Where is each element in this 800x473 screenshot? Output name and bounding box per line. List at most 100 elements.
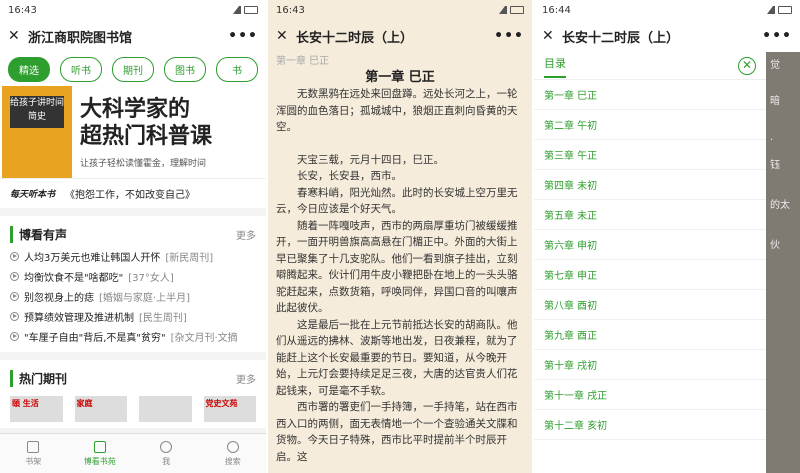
list-item[interactable]: 人均3万美元也难让韩国人开怀 [新民周刊] [10, 246, 256, 266]
banner-subtitle: 让孩子轻松读懂霍金，理解时间 [80, 159, 207, 169]
page-title: 浙江商职院图书馆 [28, 30, 133, 46]
banner-book-cover: 给孩子讲时间简史 [2, 86, 72, 178]
play-icon [10, 251, 19, 261]
overlay-text: 觉 [770, 60, 780, 71]
section-title: 博看有声 [10, 225, 67, 243]
paragraph: 西市署的署吏们一手持簿，一手持笔，站在西市西入口的两侧，面无表情地一个一个查验通… [276, 401, 518, 463]
more-icon[interactable]: ••• [762, 28, 792, 44]
toc-item[interactable]: 第八章 酉初 [534, 290, 766, 320]
title-bar: ✕ 浙江商职院图书馆 ••• [0, 20, 266, 52]
paragraph: 长安，长安县，西市。 [297, 170, 402, 182]
toc-screen: 16:44 ✕ 长安十二时辰（上） ••• 目录 ✕ 第一章 巳正 第二章 午初… [534, 0, 800, 473]
overlay-text: . [770, 132, 774, 143]
search-icon [226, 440, 239, 453]
toc-item[interactable]: 第三章 午正 [534, 140, 766, 170]
toc-item[interactable]: 第一章 巳正 [534, 80, 766, 110]
magazine-cover[interactable]: 党史文苑 [203, 396, 256, 422]
list-item[interactable]: "车厘子自由"背后,不是真"贫穷" [杂文月刊·文摘 [10, 326, 256, 346]
battery-icon [510, 6, 524, 14]
magazine-cover[interactable] [139, 396, 192, 422]
more-link[interactable]: 更多 [236, 227, 256, 242]
list-item[interactable]: 预算绩效管理及推进机制 [民生周刊] [10, 306, 256, 326]
more-icon[interactable]: ••• [494, 28, 524, 44]
banner-cover-title: 给孩子讲时间简史 [10, 96, 64, 128]
list-item[interactable]: 别忽视身上的痣 [婚姻与家庭·上半月] [10, 286, 256, 306]
toc-item[interactable]: 第九章 酉正 [534, 320, 766, 350]
status-icons [233, 6, 258, 14]
magazine-cover[interactable]: 家庭 [74, 396, 127, 422]
chapter-title: 第一章 巳正 [365, 70, 435, 85]
list-item[interactable]: 均衡饮食不是"啥都吃" [37°女人] [10, 266, 256, 286]
nav-bookshelf[interactable]: 书架 [0, 434, 67, 473]
bottom-nav: 书架 博看书苑 我 搜索 [0, 433, 266, 473]
close-icon[interactable]: ✕ [542, 28, 562, 44]
section-title: 热门期刊 [10, 369, 67, 387]
status-bar: 16:44 [534, 0, 800, 20]
promo-banner[interactable]: 给孩子讲时间简史 大科学家的 超热门科普课 让孩子轻松读懂霍金，理解时间 [0, 86, 266, 178]
toc-item[interactable]: 第二章 午初 [534, 110, 766, 140]
reader-screen: 16:43 ✕ 长安十二时辰（上） ••• 第一章 巳正 第一章 巳正 无数黑鸦… [268, 0, 532, 473]
paragraph: 无数黑鸦在远处来回盘蹲。远处长河之上，一轮浑圆的血色落日；孤城城中，狼烟正直刺向… [276, 88, 518, 133]
user-icon [160, 440, 173, 453]
dimmed-overlay[interactable]: 觉 暗 . 钰 的太 伙 [766, 52, 800, 473]
title-bar: ✕ 长安十二时辰（上） ••• [268, 20, 532, 52]
book-title: 长安十二时辰（上） [562, 30, 680, 46]
signal-icon [499, 6, 507, 14]
toc-item[interactable]: 第四章 未初 [534, 170, 766, 200]
close-circle-icon[interactable]: ✕ [738, 56, 756, 75]
audio-section: 博看有声 更多 人均3万美元也难让韩国人开怀 [新民周刊] 均衡饮食不是"啥都吃"[… [0, 216, 266, 352]
tab-featured[interactable]: 精选 [8, 56, 50, 82]
toc-item[interactable]: 第五章 未正 [534, 200, 766, 230]
status-time: 16:43 [276, 4, 305, 16]
tab-magazine[interactable]: 期刊 [112, 56, 154, 82]
overlay-text: 暗 [770, 96, 780, 107]
toc-item[interactable]: 第六章 申初 [534, 230, 766, 260]
daily-book-strip[interactable]: 每天听本书 《抱怨工作，不如改变自己》 [0, 178, 266, 208]
tab-books[interactable]: 图书 [164, 56, 206, 82]
play-icon [10, 331, 19, 341]
close-icon[interactable]: ✕ [8, 28, 28, 44]
overlay-text: 伙 [770, 240, 780, 251]
signal-icon [767, 6, 775, 14]
toc-item[interactable]: 第十二章 亥初 [534, 410, 766, 440]
status-icons [499, 6, 524, 14]
paragraph: 这是最后一批在上元节前抵达长安的胡商队。他们从遥远的拂林、波斯等地出发，日夜兼程… [276, 318, 518, 397]
nav-me[interactable]: 我 [133, 434, 200, 473]
status-bar: 16:43 [268, 0, 532, 20]
status-bar: 16:43 [0, 0, 266, 20]
tab-audio[interactable]: 听书 [60, 56, 102, 82]
play-icon [10, 271, 19, 281]
overlay-text: 的太 [770, 200, 790, 211]
magazine-section: 热门期刊 更多 頤 生活 家庭 党史文苑 [0, 360, 266, 428]
toc-item[interactable]: 第十一章 戌正 [534, 380, 766, 410]
status-icons [767, 6, 792, 14]
more-icon[interactable]: ••• [228, 28, 258, 44]
signal-icon [233, 6, 241, 14]
play-icon [10, 291, 19, 301]
more-link[interactable]: 更多 [236, 371, 256, 386]
status-time: 16:44 [542, 4, 571, 16]
paragraph: 天宝三载，元月十四日，巳正。 [297, 153, 444, 166]
nav-bookstore[interactable]: 博看书苑 [67, 434, 134, 473]
nav-search[interactable]: 搜索 [200, 434, 267, 473]
overlay-text: 钰 [770, 160, 780, 171]
paragraph: 春寒料峭，阳光灿然。此时的长安城上空万里无云，今日应该是个好天气。 [276, 186, 518, 216]
book-title: 长安十二时辰（上） [296, 30, 414, 46]
paragraph: 随着一阵嘎吱声，西市的两扇厚重坊门被缓缓推开，一面开明兽旗高高悬在门楣正中。外面… [276, 219, 518, 315]
toc-drawer: 目录 ✕ 第一章 巳正 第二章 午初 第三章 午正 第四章 未初 第五章 未正 … [534, 52, 766, 473]
battery-icon [778, 6, 792, 14]
battery-icon [244, 6, 258, 14]
status-time: 16:43 [8, 4, 37, 16]
tab-toc[interactable]: 目录 [544, 55, 566, 78]
magazine-cover[interactable]: 頤 生活 [10, 396, 63, 422]
banner-headline: 大科学家的 超热门科普课 [80, 97, 213, 149]
title-bar: ✕ 长安十二时辰（上） ••• [534, 20, 800, 52]
daily-book-brand: 每天听本书 [10, 190, 56, 200]
toc-item[interactable]: 第七章 申正 [534, 260, 766, 290]
tab-more[interactable]: 书 [216, 56, 258, 82]
close-icon[interactable]: ✕ [276, 28, 296, 44]
book-icon [93, 440, 106, 453]
toc-item[interactable]: 第十章 戌初 [534, 350, 766, 380]
play-icon [10, 311, 19, 321]
library-app-screen: 16:43 ✕ 浙江商职院图书馆 ••• 精选 听书 期刊 图书 书 给孩子讲时… [0, 0, 266, 473]
